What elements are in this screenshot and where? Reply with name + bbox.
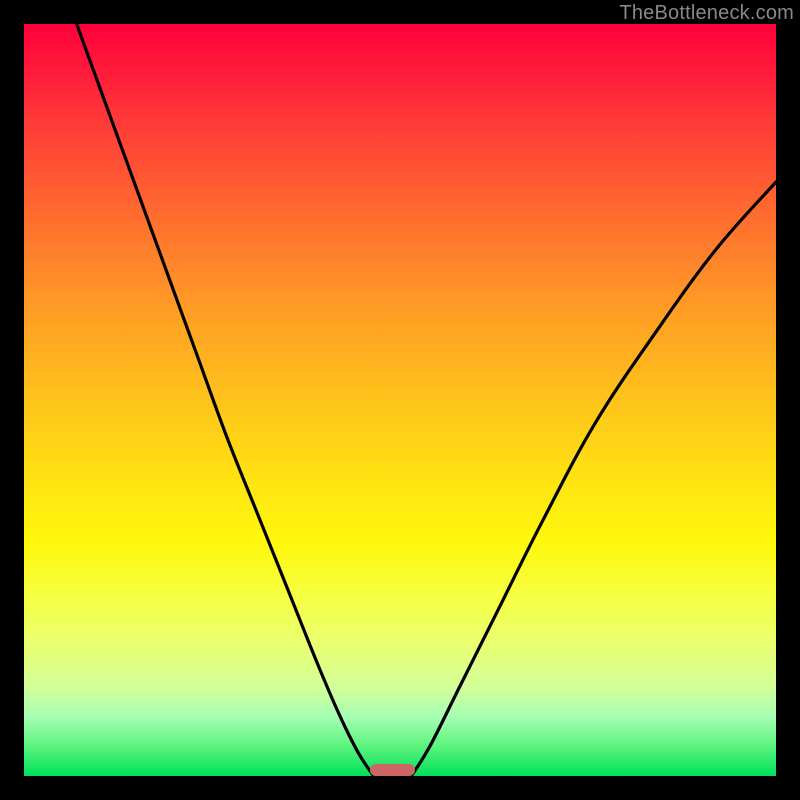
plot-area xyxy=(24,24,776,776)
watermark-text: TheBottleneck.com xyxy=(619,2,794,25)
curve-left-branch xyxy=(77,24,374,776)
curve-right-branch xyxy=(411,182,776,776)
bottleneck-curve xyxy=(24,24,776,776)
cusp-marker xyxy=(370,764,415,776)
outer-frame: TheBottleneck.com xyxy=(0,0,800,800)
